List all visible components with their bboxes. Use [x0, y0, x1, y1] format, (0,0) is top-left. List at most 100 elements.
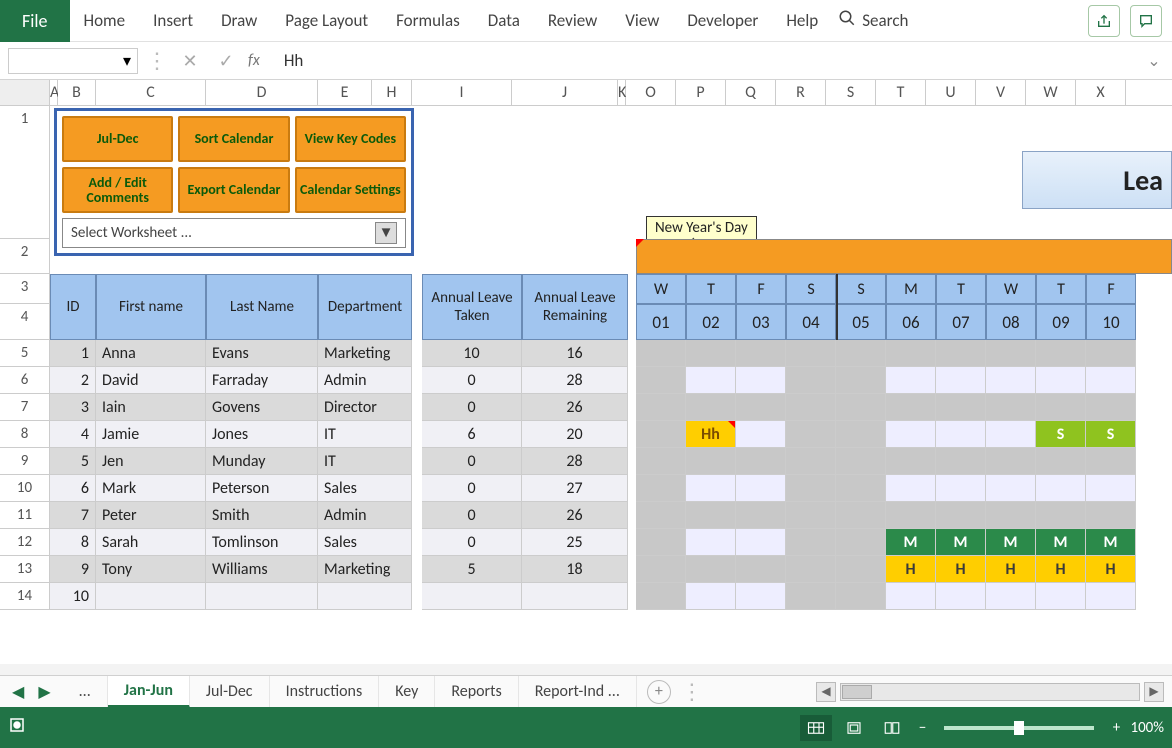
day-cell[interactable]: [936, 448, 986, 475]
day-cell[interactable]: [886, 394, 936, 421]
cell-alr[interactable]: [522, 583, 628, 610]
day-cell[interactable]: [986, 367, 1036, 394]
row-header[interactable]: 6: [0, 367, 50, 394]
tab-home[interactable]: Home: [70, 0, 140, 42]
day-cell[interactable]: [636, 367, 686, 394]
sheet-tab-jul-dec[interactable]: Jul-Dec: [190, 676, 270, 708]
formula-input[interactable]: [278, 50, 1136, 71]
day-cell[interactable]: M: [1086, 529, 1136, 556]
day-cell[interactable]: M: [936, 529, 986, 556]
column-header[interactable]: S: [826, 80, 876, 105]
cell-dept[interactable]: [318, 583, 412, 610]
day-cell[interactable]: [986, 475, 1036, 502]
cell-fn[interactable]: Peter: [96, 502, 206, 529]
day-cell[interactable]: [936, 421, 986, 448]
view-key-codes-button[interactable]: View Key Codes: [295, 116, 406, 162]
cell-alt[interactable]: 6: [422, 421, 522, 448]
zoom-thumb[interactable]: [1014, 721, 1024, 735]
day-cell[interactable]: [686, 583, 736, 610]
cell-fn[interactable]: [96, 583, 206, 610]
tab-help[interactable]: Help: [772, 0, 832, 42]
prev-sheet-icon[interactable]: ◀: [12, 682, 24, 702]
day-cell[interactable]: [686, 448, 736, 475]
cell-alr[interactable]: 26: [522, 394, 628, 421]
tab-data[interactable]: Data: [474, 0, 534, 42]
column-header[interactable]: P: [676, 80, 726, 105]
cell-alt[interactable]: 0: [422, 475, 522, 502]
search-ribbon[interactable]: Search: [838, 9, 908, 32]
row-header[interactable]: 12: [0, 529, 50, 556]
day-cell[interactable]: [686, 475, 736, 502]
day-cell[interactable]: [686, 394, 736, 421]
row-header[interactable]: 5: [0, 340, 50, 367]
cell-fn[interactable]: David: [96, 367, 206, 394]
cell-id[interactable]: 8: [50, 529, 96, 556]
day-cell[interactable]: [986, 583, 1036, 610]
day-cell[interactable]: [836, 583, 886, 610]
scrollbar-thumb[interactable]: [842, 685, 872, 699]
cell-id[interactable]: 6: [50, 475, 96, 502]
cell-alt[interactable]: 0: [422, 529, 522, 556]
sheet-tab-report-ind[interactable]: Report-Ind ...: [519, 676, 637, 708]
day-cell[interactable]: [1036, 502, 1086, 529]
tab-review[interactable]: Review: [534, 0, 611, 42]
cell-fn[interactable]: Sarah: [96, 529, 206, 556]
day-cell[interactable]: [936, 340, 986, 367]
day-cell[interactable]: [686, 556, 736, 583]
cell-dept[interactable]: IT: [318, 448, 412, 475]
expand-formula-icon[interactable]: ⌄: [1144, 51, 1164, 71]
cell-dept[interactable]: Director: [318, 394, 412, 421]
day-cell[interactable]: [786, 394, 836, 421]
row-header[interactable]: 9: [0, 448, 50, 475]
day-cell[interactable]: [736, 583, 786, 610]
day-cell[interactable]: [1086, 583, 1136, 610]
cell-fn[interactable]: Jamie: [96, 421, 206, 448]
cell-ln[interactable]: Munday: [206, 448, 318, 475]
cell-alt[interactable]: [422, 583, 522, 610]
cell-alt[interactable]: 0: [422, 394, 522, 421]
cell-alr[interactable]: 25: [522, 529, 628, 556]
cell-fn[interactable]: Anna: [96, 340, 206, 367]
select-worksheet-dropdown[interactable]: Select Worksheet ... ▼: [62, 218, 406, 248]
cell-id[interactable]: 4: [50, 421, 96, 448]
day-cell[interactable]: [836, 556, 886, 583]
day-cell[interactable]: [1086, 475, 1136, 502]
cell-ln[interactable]: Peterson: [206, 475, 318, 502]
cell-fn[interactable]: Jen: [96, 448, 206, 475]
row-header[interactable]: 13: [0, 556, 50, 583]
day-cell[interactable]: [836, 448, 886, 475]
day-cell[interactable]: [936, 475, 986, 502]
row-header[interactable]: 4: [0, 304, 50, 340]
cell-alt[interactable]: 10: [422, 340, 522, 367]
day-cell[interactable]: [836, 340, 886, 367]
view-page-layout-icon[interactable]: [838, 715, 870, 741]
cancel-formula-icon[interactable]: ✕: [176, 50, 204, 72]
day-cell[interactable]: [836, 475, 886, 502]
cell-id[interactable]: 9: [50, 556, 96, 583]
cell-fn[interactable]: Iain: [96, 394, 206, 421]
day-cell[interactable]: M: [886, 529, 936, 556]
day-cell[interactable]: [1036, 583, 1086, 610]
cell-id[interactable]: 2: [50, 367, 96, 394]
cell-alr[interactable]: 20: [522, 421, 628, 448]
day-cell[interactable]: [786, 448, 836, 475]
column-header[interactable]: D: [206, 80, 318, 105]
zoom-slider[interactable]: [944, 726, 1094, 730]
column-header[interactable]: X: [1076, 80, 1126, 105]
comments-button[interactable]: [1130, 5, 1162, 37]
row-header[interactable]: 3: [0, 274, 50, 304]
day-cell[interactable]: [736, 367, 786, 394]
day-cell[interactable]: [686, 529, 736, 556]
column-header[interactable]: T: [876, 80, 926, 105]
day-cell[interactable]: [786, 583, 836, 610]
day-cell[interactable]: S: [1086, 421, 1136, 448]
day-cell[interactable]: M: [1036, 529, 1086, 556]
day-cell[interactable]: [886, 502, 936, 529]
macro-record-icon[interactable]: [8, 716, 26, 739]
day-cell[interactable]: [736, 556, 786, 583]
row-header[interactable]: 7: [0, 394, 50, 421]
day-cell[interactable]: [986, 421, 1036, 448]
row-header[interactable]: 2: [0, 239, 50, 274]
scroll-right-icon[interactable]: ▶: [1144, 682, 1164, 702]
tab-formulas[interactable]: Formulas: [382, 0, 474, 42]
